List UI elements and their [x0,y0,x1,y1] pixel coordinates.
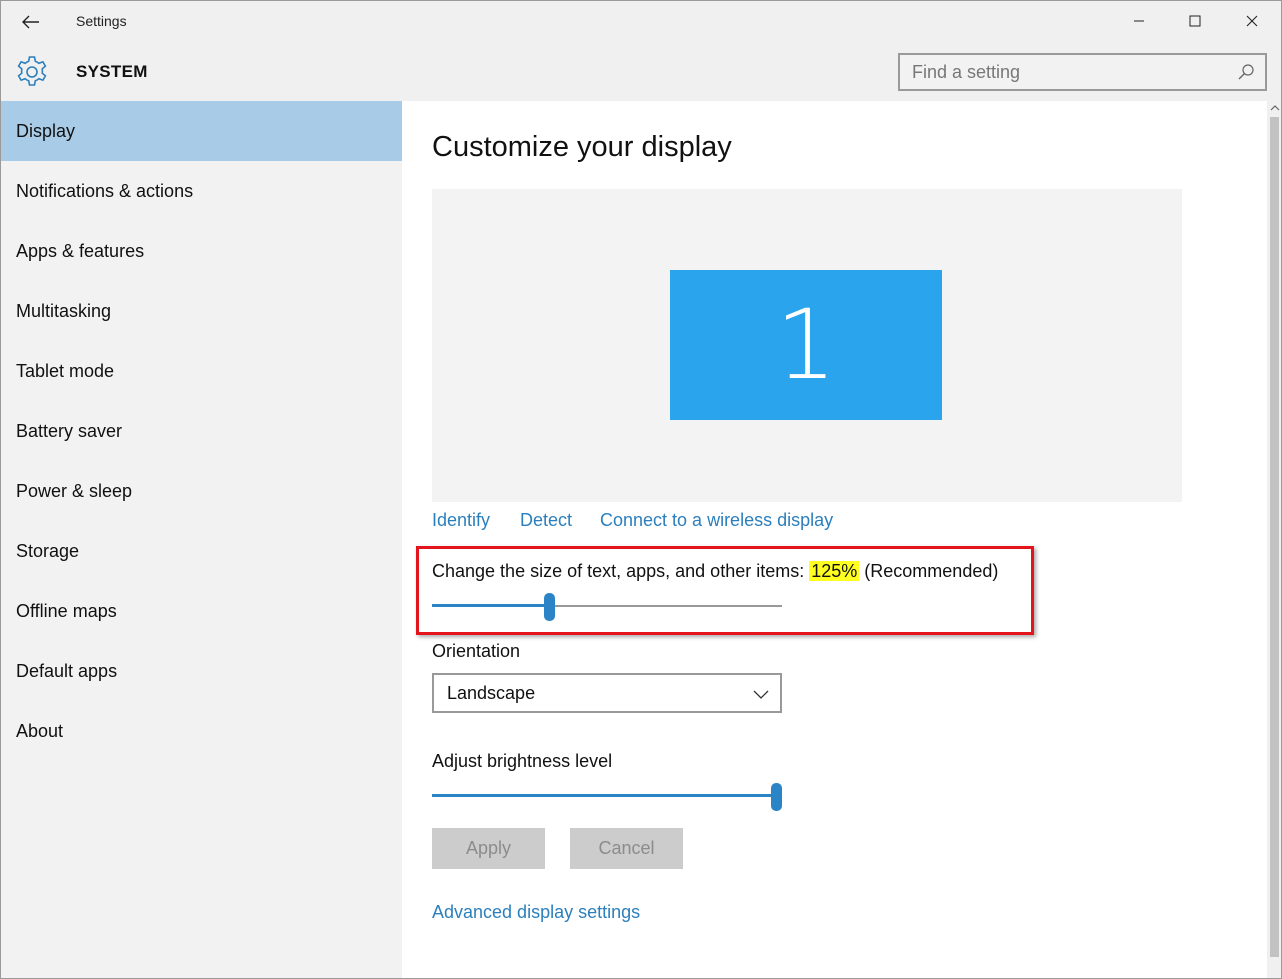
sidebar-item-power-sleep[interactable]: Power & sleep [1,461,402,521]
sidebar-item-label: About [16,720,64,741]
identify-link[interactable]: Identify [432,510,490,531]
connect-wireless-display-link[interactable]: Connect to a wireless display [600,510,833,531]
display-arrangement: 1 [432,189,1182,502]
sidebar-item-storage[interactable]: Storage [1,521,402,581]
scale-suffix: (Recommended) [864,561,999,581]
close-icon [1246,15,1258,27]
title-bar: Settings [1,1,1281,43]
search-icon[interactable] [1237,63,1255,81]
sidebar-item-label: Storage [16,540,80,561]
search-input[interactable] [912,55,1222,89]
scrollbar-thumb[interactable] [1270,117,1279,957]
apply-button[interactable]: Apply [432,828,545,869]
sidebar: Display Notifications & actions Apps & f… [1,101,402,978]
detect-link[interactable]: Detect [520,510,572,531]
sidebar-item-default-apps[interactable]: Default apps [1,641,402,701]
orientation-label: Orientation [432,641,521,661]
sidebar-item-battery-saver[interactable]: Battery saver [1,401,402,461]
settings-header: SYSTEM [1,43,1281,101]
search-box[interactable] [898,53,1267,91]
sidebar-item-label: Power & sleep [16,480,133,501]
close-button[interactable] [1224,1,1280,41]
main-content: Customize your display 1 Identify Detect… [402,101,1267,978]
sidebar-item-label: Multitasking [16,300,112,321]
minimize-icon [1134,20,1144,22]
orientation-value: Landscape [447,682,536,703]
section-title: SYSTEM [76,62,148,81]
orientation-select[interactable]: Landscape [432,673,782,713]
scale-label-text: Change the size of text, apps, and other… [432,561,805,581]
scale-slider-thumb[interactable] [544,593,555,621]
sidebar-item-display[interactable]: Display [1,101,402,161]
back-arrow-icon [22,15,39,29]
scale-label: Change the size of text, apps, and other… [432,561,998,582]
chevron-down-icon [753,690,769,699]
sidebar-item-label: Tablet mode [16,360,115,381]
sidebar-item-offline-maps[interactable]: Offline maps [1,581,402,641]
settings-window: Settings SYSTEM Display No [0,0,1282,979]
sidebar-item-label: Apps & features [16,240,145,261]
sidebar-item-label: Display [16,120,76,141]
back-button[interactable] [13,7,49,37]
sidebar-item-notifications[interactable]: Notifications & actions [1,161,402,221]
advanced-display-settings-link[interactable]: Advanced display settings [432,902,640,923]
brightness-slider[interactable] [432,783,782,811]
maximize-button[interactable] [1167,1,1223,41]
scroll-up-arrow-icon[interactable] [1270,103,1280,113]
highlight-annotation-box [416,546,1034,635]
brightness-slider-fill [432,794,777,797]
scale-slider[interactable] [432,593,782,621]
brightness-label: Adjust brightness level [432,751,613,771]
monitor-tile[interactable]: 1 [670,270,942,420]
sidebar-item-multitasking[interactable]: Multitasking [1,281,402,341]
sidebar-item-label: Default apps [16,660,118,681]
scale-value: 125% [809,561,860,581]
sidebar-item-about[interactable]: About [1,701,402,761]
vertical-scrollbar[interactable] [1267,101,1281,978]
minimize-button[interactable] [1111,1,1167,41]
brightness-slider-thumb[interactable] [771,783,782,811]
sidebar-item-label: Battery saver [16,420,123,441]
sidebar-item-label: Notifications & actions [16,180,194,201]
scale-slider-fill [432,604,550,607]
sidebar-item-apps-features[interactable]: Apps & features [1,221,402,281]
page-title: Customize your display [432,131,732,163]
maximize-icon [1189,15,1201,27]
gear-icon [17,56,47,86]
cancel-button[interactable]: Cancel [570,828,683,869]
window-title: Settings [76,13,127,29]
sidebar-item-tablet-mode[interactable]: Tablet mode [1,341,402,401]
monitor-number: 1 [775,289,837,401]
sidebar-item-label: Offline maps [16,600,117,621]
